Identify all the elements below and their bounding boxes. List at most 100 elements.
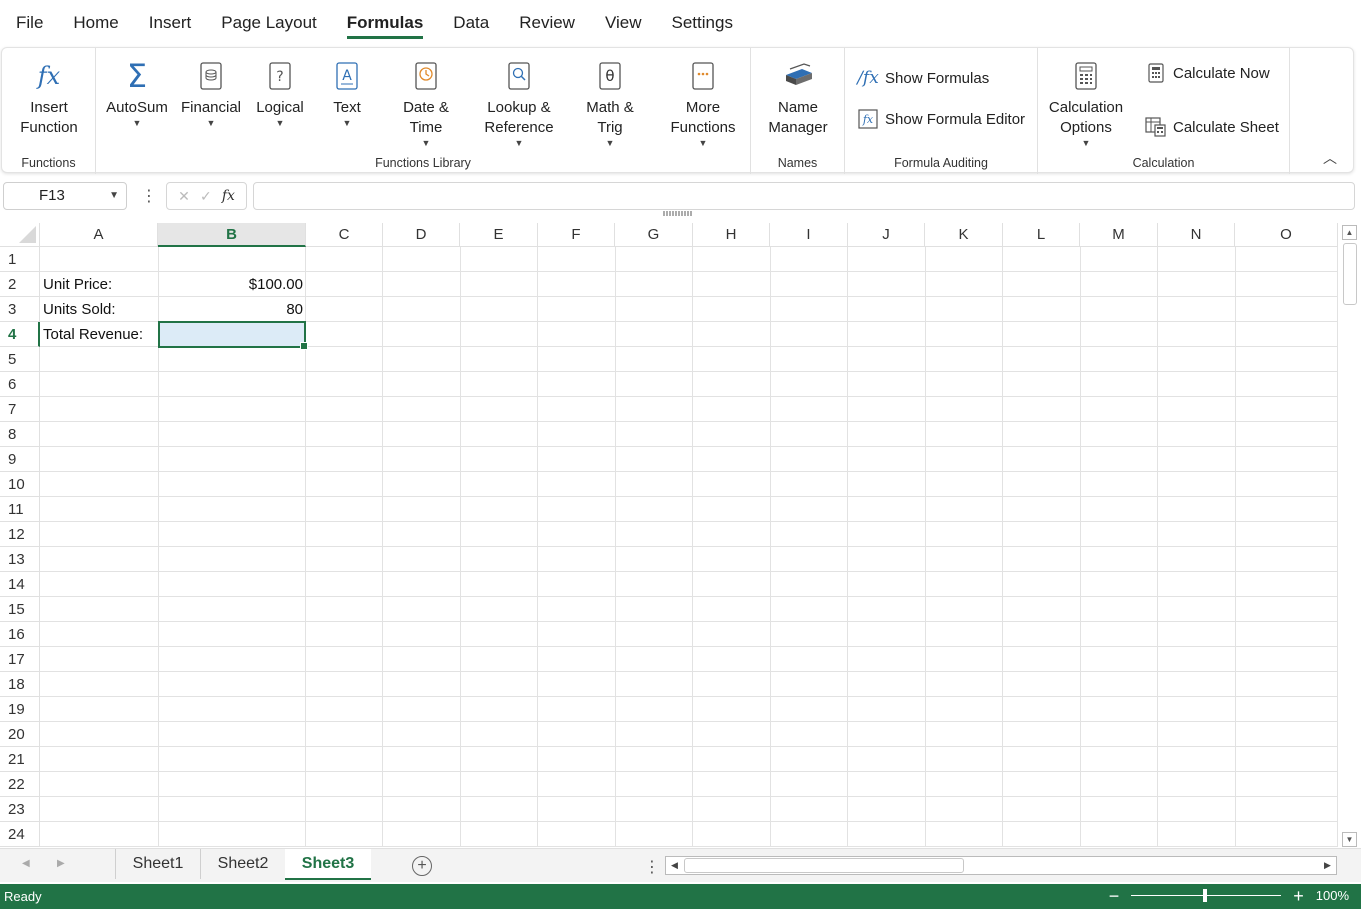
sheet-tab-sheet2[interactable]: Sheet2 (200, 849, 285, 879)
column-header-f[interactable]: F (538, 223, 615, 247)
row-header-23[interactable]: 23 (0, 797, 40, 822)
logical-button[interactable]: ? Logical ▼ (249, 54, 311, 128)
cell-a3[interactable]: Units Sold: (40, 297, 158, 322)
menu-insert[interactable]: Insert (149, 13, 192, 33)
row-header-5[interactable]: 5 (0, 347, 40, 372)
row-header-2[interactable]: 2 (0, 272, 40, 297)
column-header-i[interactable]: I (770, 223, 848, 247)
cell-b2[interactable]: $100.00 (158, 272, 306, 297)
column-header-m[interactable]: M (1080, 223, 1158, 247)
row-header-24[interactable]: 24 (0, 822, 40, 847)
lookup-reference-button[interactable]: Lookup & Reference ▼ (474, 54, 564, 148)
spreadsheet-grid[interactable]: A B C D E F G H I J K L M N O 1 2 3 4 5 … (0, 223, 1338, 847)
scroll-down-icon[interactable]: ▼ (1342, 832, 1357, 847)
show-formula-editor-button[interactable]: fx Show Formula Editor (853, 109, 1025, 129)
select-all-corner[interactable] (0, 223, 40, 247)
row-header-9[interactable]: 9 (0, 447, 40, 472)
financial-button[interactable]: Financial ▼ (178, 54, 244, 128)
chevron-down-icon[interactable]: ▼ (109, 183, 119, 209)
menu-review[interactable]: Review (519, 13, 575, 33)
formula-input[interactable] (253, 182, 1355, 210)
cell-b3[interactable]: 80 (158, 297, 306, 322)
insert-function-button[interactable]: fx Insert Function (10, 54, 88, 138)
cell-a4[interactable]: Total Revenue: (40, 322, 158, 347)
cell-a2[interactable]: Unit Price: (40, 272, 158, 297)
name-box[interactable]: F13 ▼ (3, 182, 127, 210)
menu-formulas[interactable]: Formulas (346, 13, 423, 39)
row-header-16[interactable]: 16 (0, 622, 40, 647)
row-header-6[interactable]: 6 (0, 372, 40, 397)
menu-data[interactable]: Data (453, 13, 489, 33)
calculate-now-button[interactable]: Calculate Now (1141, 63, 1270, 83)
prev-sheet-icon[interactable]: ◀ (22, 858, 30, 869)
cancel-icon[interactable]: ✕ (178, 188, 190, 205)
column-header-l[interactable]: L (1003, 223, 1080, 247)
autosum-button[interactable]: Σ AutoSum ▼ (102, 54, 172, 128)
row-header-17[interactable]: 17 (0, 647, 40, 672)
row-header-1[interactable]: 1 (0, 247, 40, 272)
row-header-11[interactable]: 11 (0, 497, 40, 522)
row-header-10[interactable]: 10 (0, 472, 40, 497)
show-formulas-button[interactable]: ∕fx Show Formulas (853, 68, 989, 88)
row-header-22[interactable]: 22 (0, 772, 40, 797)
scroll-right-icon[interactable]: ▶ (1319, 857, 1336, 874)
calculation-options-button[interactable]: Calculation Options ▼ (1044, 54, 1128, 148)
column-header-o[interactable]: O (1235, 223, 1338, 247)
zoom-slider[interactable] (1131, 889, 1282, 902)
row-header-14[interactable]: 14 (0, 572, 40, 597)
column-header-g[interactable]: G (615, 223, 693, 247)
vertical-scrollbar[interactable]: ▲ ▼ (1341, 223, 1359, 848)
column-header-j[interactable]: J (848, 223, 925, 247)
sheet-tab-sheet1[interactable]: Sheet1 (115, 849, 200, 879)
column-header-k[interactable]: K (925, 223, 1003, 247)
menu-settings[interactable]: Settings (672, 13, 733, 33)
column-header-n[interactable]: N (1158, 223, 1235, 247)
more-functions-button[interactable]: More Functions ▼ (660, 54, 746, 148)
tab-options-icon[interactable]: ⋮ (644, 857, 660, 877)
more-options-icon[interactable]: ⋮ (141, 186, 157, 206)
row-header-13[interactable]: 13 (0, 547, 40, 572)
row-header-19[interactable]: 19 (0, 697, 40, 722)
menu-page-layout[interactable]: Page Layout (221, 13, 316, 33)
next-sheet-icon[interactable]: ▶ (57, 858, 65, 869)
collapse-ribbon-icon[interactable]: ︿ (1323, 148, 1337, 168)
row-header-12[interactable]: 12 (0, 522, 40, 547)
column-header-h[interactable]: H (693, 223, 770, 247)
column-header-c[interactable]: C (306, 223, 383, 247)
column-header-b[interactable]: B (158, 223, 306, 247)
zoom-in-icon[interactable]: + (1293, 887, 1304, 905)
name-manager-button[interactable]: Name Manager (759, 54, 837, 138)
date-time-button[interactable]: Date & Time ▼ (388, 54, 464, 148)
row-header-8[interactable]: 8 (0, 422, 40, 447)
insert-function-fx-icon[interactable]: fx (222, 188, 235, 204)
horizontal-scrollbar[interactable]: ◀ ▶ (665, 856, 1337, 875)
calculate-sheet-button[interactable]: Calculate Sheet (1141, 117, 1279, 137)
resize-grip-icon[interactable] (663, 211, 693, 216)
menu-view[interactable]: View (605, 13, 642, 33)
zoom-level[interactable]: 100% (1316, 888, 1349, 903)
row-header-18[interactable]: 18 (0, 672, 40, 697)
sheet-tab-sheet3[interactable]: Sheet3 (285, 849, 371, 880)
row-header-21[interactable]: 21 (0, 747, 40, 772)
zoom-out-icon[interactable]: − (1109, 887, 1120, 905)
zoom-slider-knob[interactable] (1203, 889, 1208, 902)
active-cell-b4[interactable] (158, 321, 308, 350)
column-header-d[interactable]: D (383, 223, 460, 247)
menu-home[interactable]: Home (73, 13, 118, 33)
scroll-up-icon[interactable]: ▲ (1342, 225, 1357, 240)
row-header-4[interactable]: 4 (0, 322, 40, 347)
row-header-7[interactable]: 7 (0, 397, 40, 422)
row-header-20[interactable]: 20 (0, 722, 40, 747)
horizontal-scroll-thumb[interactable] (684, 858, 964, 873)
text-button[interactable]: A Text ▼ (321, 54, 373, 128)
menu-file[interactable]: File (16, 13, 43, 33)
row-header-3[interactable]: 3 (0, 297, 40, 322)
math-trig-button[interactable]: θ Math & Trig ▼ (574, 54, 646, 148)
scroll-left-icon[interactable]: ◀ (666, 857, 683, 874)
confirm-icon[interactable]: ✓ (200, 188, 212, 205)
add-sheet-icon[interactable]: + (412, 856, 432, 876)
vertical-scroll-thumb[interactable] (1343, 243, 1357, 305)
column-header-a[interactable]: A (40, 223, 158, 247)
row-header-15[interactable]: 15 (0, 597, 40, 622)
column-header-e[interactable]: E (460, 223, 538, 247)
